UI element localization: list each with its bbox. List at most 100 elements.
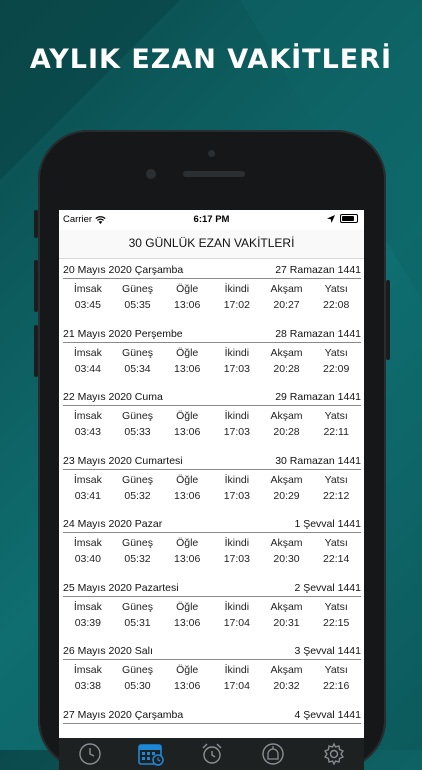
prayer-time: 17:03: [223, 489, 250, 502]
prayer-label: Güneş: [122, 346, 153, 359]
prayer-label: Akşam: [270, 346, 303, 359]
tab-alarm[interactable]: [199, 741, 225, 767]
prayer-time: 13:06: [174, 489, 201, 502]
prayer-label: Yatsı: [324, 664, 348, 676]
prayer-label: Akşam: [270, 283, 303, 295]
app-screen: Carrier 6:17 PM 30 GÜNLÜK EZAN VAKİTLERİ…: [59, 210, 364, 770]
prayer-label: Yatsı: [324, 473, 348, 486]
prayer-label: Yatsı: [324, 537, 348, 549]
prayer-label: İkindi: [224, 473, 250, 486]
promo-title: AYLIK EZAN VAKİTLERİ: [29, 44, 393, 75]
nav-title: 30 GÜNLÜK EZAN VAKİTLERİ: [59, 230, 364, 259]
front-camera: [146, 169, 156, 179]
day-block: 21 Mayıs 2020 Perşembe 28 Ramazan 1441 İms…: [59, 323, 364, 387]
prayer-labels-row: İmsak Güneş Öğle İkindi Akşam Yatsı: [63, 601, 361, 613]
prayer-label: Öğle: [176, 600, 199, 613]
prayer-label: Güneş: [122, 537, 153, 549]
prayer-times-row: 03:41 05:32 13:06 17:03 20:29 22:12: [63, 490, 361, 502]
prayer-time: 20:27: [273, 299, 300, 311]
volume-up-button: [34, 260, 38, 312]
day-hijri-date: 1 Şevval 1441: [294, 518, 361, 530]
day-header: 25 Mayıs 2020 Pazartesi 2 Şevval 1441: [63, 577, 361, 597]
day-block: 22 Mayıs 2020 Cuma 29 Ramazan 1441 İmsak Gü…: [59, 386, 364, 450]
prayer-label: Güneş: [122, 600, 153, 613]
day-date: 26 Mayıs 2020 Salı: [63, 645, 153, 657]
day-hijri-date: 4 Şevval 1441: [294, 708, 361, 721]
day-header: 26 Mayıs 2020 Salı 3 Şevval 1441: [63, 640, 361, 660]
day-hijri-date: 29 Ramazan 1441: [275, 391, 361, 403]
prayer-label: İkindi: [224, 537, 250, 549]
day-block: 24 Mayıs 2020 Pazar 1 Şevval 1441 İmsak Gün…: [59, 513, 364, 577]
tab-mosque[interactable]: [260, 741, 286, 767]
power-button: [386, 280, 390, 360]
calendar-icon: [137, 744, 164, 766]
prayer-label: Güneş: [122, 473, 153, 486]
day-header: 21 Mayıs 2020 Perşembe 28 Ramazan 1441: [63, 323, 361, 343]
prayer-times-row: 03:39 05:31 13:06 17:04 20:31 22:15: [63, 617, 361, 629]
prayer-label: İkindi: [224, 600, 250, 613]
prayer-label: İmsak: [73, 664, 102, 676]
prayer-label: Akşam: [270, 664, 303, 676]
day-header: 20 Mayıs 2020 Çarşamba 27 Ramazan 1441: [63, 259, 361, 279]
prayer-label: Öğle: [176, 664, 199, 676]
prayer-time: 20:30: [273, 553, 300, 565]
mosque-icon: [261, 743, 284, 765]
prayer-time: 17:03: [223, 553, 250, 565]
location-arrow-icon: [327, 214, 335, 223]
prayer-times-list[interactable]: 20 Mayıs 2020 Çarşamba 27 Ramazan 1441 İms…: [59, 259, 364, 767]
prayer-time: 17:04: [223, 616, 250, 629]
prayer-label: İmsak: [73, 537, 102, 549]
day-hijri-date: 28 Ramazan 1441: [275, 327, 361, 340]
prayer-time: 05:31: [124, 616, 151, 629]
alarm-icon: [202, 743, 221, 764]
prayer-time: 20:28: [273, 426, 300, 438]
prayer-label: Güneş: [122, 410, 153, 422]
prayer-time: 22:08: [323, 299, 350, 311]
day-block: 25 Mayıs 2020 Pazartesi 2 Şevval 1441 İmsa…: [59, 577, 364, 641]
prayer-time: 03:44: [74, 362, 101, 375]
prayer-time: 05:32: [124, 553, 151, 565]
prayer-time: 17:03: [223, 362, 250, 375]
prayer-time: 22:15: [323, 616, 350, 629]
prayer-time: 05:32: [124, 489, 151, 502]
prayer-time: 22:14: [323, 553, 350, 565]
tab-settings[interactable]: [321, 741, 347, 767]
prayer-label: Akşam: [270, 600, 303, 613]
prayer-label: İmsak: [73, 600, 102, 613]
prayer-time: 03:40: [74, 553, 101, 565]
day-date: 25 Mayıs 2020 Pazartesi: [63, 581, 179, 594]
clock-icon: [78, 743, 101, 765]
day-hijri-date: 30 Ramazan 1441: [275, 454, 361, 467]
prayer-label: İmsak: [73, 346, 102, 359]
proximity-sensor: [208, 150, 215, 157]
prayer-label: Öğle: [176, 410, 199, 422]
prayer-time: 20:28: [273, 362, 300, 375]
day-header: 22 Mayıs 2020 Cuma 29 Ramazan 1441: [63, 386, 361, 406]
prayer-labels-row: İmsak Güneş Öğle İkindi Akşam Yatsı: [63, 410, 361, 422]
prayer-time: 13:06: [174, 426, 201, 438]
tab-clock[interactable]: [77, 741, 103, 767]
prayer-time: 03:45: [74, 299, 101, 311]
day-date: 20 Mayıs 2020 Çarşamba: [63, 264, 184, 276]
prayer-times-row: 03:43 05:33 13:06 17:03 20:28 22:11: [63, 426, 361, 438]
tab-calendar[interactable]: [137, 741, 164, 767]
prayer-label: Öğle: [176, 537, 199, 549]
prayer-time: 03:41: [74, 489, 101, 502]
day-header: 24 Mayıs 2020 Pazar 1 Şevval 1441: [63, 513, 361, 533]
day-block: 26 Mayıs 2020 Salı 3 Şevval 1441 İmsak Güne…: [59, 640, 364, 704]
prayer-time: 22:11: [323, 426, 349, 438]
prayer-label: İkindi: [224, 664, 250, 676]
prayer-time: 13:06: [174, 680, 201, 692]
prayer-label: İmsak: [73, 410, 102, 422]
prayer-label: İkindi: [224, 283, 250, 295]
day-hijri-date: 2 Şevval 1441: [294, 581, 361, 594]
prayer-label: Güneş: [122, 664, 153, 676]
prayer-label: İkindi: [224, 410, 250, 422]
prayer-times-row: 03:45 05:35 13:06 17:02 20:27 22:08: [63, 299, 361, 311]
tab-bar: [59, 738, 364, 770]
day-date: 24 Mayıs 2020 Pazar: [63, 518, 163, 530]
phone-frame: Carrier 6:17 PM 30 GÜNLÜK EZAN VAKİTLERİ…: [34, 130, 390, 770]
prayer-time: 05:30: [124, 680, 151, 692]
day-header: 27 Mayıs 2020 Çarşamba 4 Şevval 1441: [63, 704, 361, 724]
prayer-labels-row: İmsak Güneş Öğle İkindi Akşam Yatsı: [63, 347, 361, 359]
